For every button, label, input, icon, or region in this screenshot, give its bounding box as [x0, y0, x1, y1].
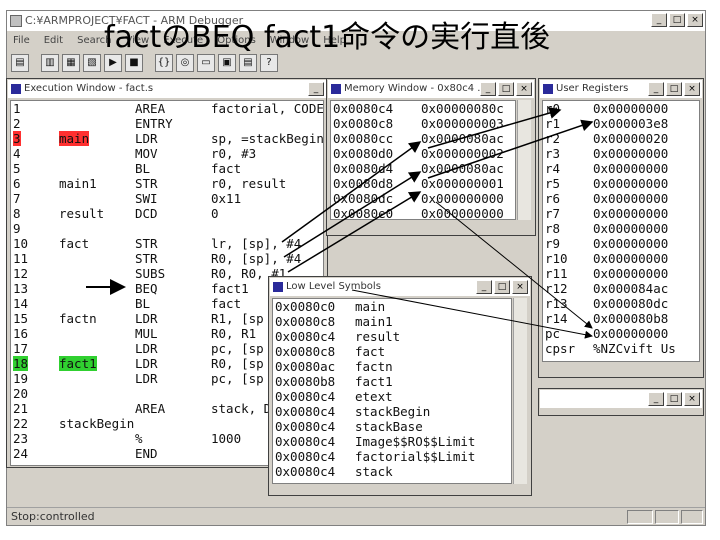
arrow-r0-memory-2: [287, 191, 422, 273]
annotation-arrows: [86, 107, 594, 339]
arrow-symbols-to-r14: [351, 289, 593, 339]
arrow-memory-to-r14: [435, 201, 593, 329]
arrow-r0-memory: [283, 171, 422, 258]
arrow-memory-to-r3: [427, 119, 594, 179]
arrow-memory-to-r1: [427, 107, 562, 149]
arrow-sp-memory: [281, 141, 422, 243]
